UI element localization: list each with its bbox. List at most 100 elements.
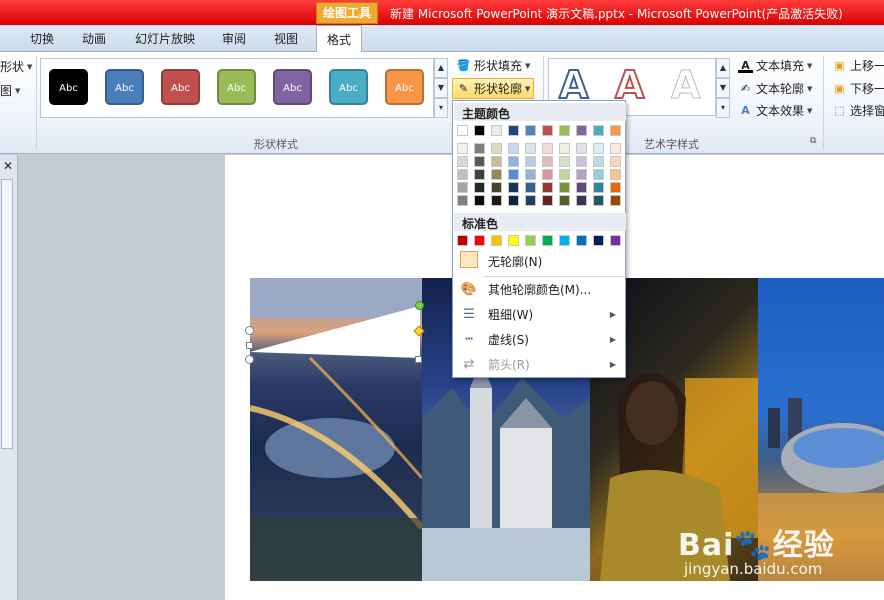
resize-handle[interactable]: [245, 355, 254, 364]
theme-shade-swatch[interactable]: [525, 156, 536, 167]
standard-color-swatch[interactable]: [542, 235, 553, 246]
theme-color-swatch[interactable]: [559, 125, 570, 136]
theme-shade-swatch[interactable]: [593, 156, 604, 167]
theme-shade-swatch[interactable]: [457, 143, 468, 154]
vertical-scrollbar[interactable]: [1, 179, 13, 449]
shape-style-green[interactable]: Abc: [217, 69, 256, 105]
theme-shade-swatch[interactable]: [610, 182, 621, 193]
selected-triangle-shape[interactable]: [246, 300, 426, 364]
shape-style-purple[interactable]: Abc: [273, 69, 312, 105]
bring-forward-button[interactable]: ▣ 上移一: [832, 57, 884, 74]
theme-shade-swatch[interactable]: [508, 195, 519, 206]
theme-shade-swatch[interactable]: [491, 169, 502, 180]
standard-color-swatch[interactable]: [474, 235, 485, 246]
more-outline-colors-item[interactable]: 🎨 其他轮廓颜色(M)...: [454, 277, 626, 302]
tab-format[interactable]: 格式: [316, 25, 363, 53]
theme-shade-swatch[interactable]: [491, 143, 502, 154]
theme-shade-swatch[interactable]: [576, 156, 587, 167]
theme-color-swatch[interactable]: [610, 125, 621, 136]
tab-animations[interactable]: 动画: [82, 30, 106, 47]
theme-shade-swatch[interactable]: [525, 143, 536, 154]
shape-style-aqua[interactable]: Abc: [329, 69, 368, 105]
resize-handle[interactable]: [246, 342, 253, 349]
tab-view[interactable]: 视图: [274, 30, 298, 47]
theme-shade-swatch[interactable]: [559, 156, 570, 167]
theme-shade-swatch[interactable]: [457, 156, 468, 167]
theme-shade-swatch[interactable]: [559, 169, 570, 180]
wordart-style-light[interactable]: A: [670, 63, 700, 108]
theme-shade-swatch[interactable]: [542, 182, 553, 193]
theme-shade-swatch[interactable]: [457, 195, 468, 206]
text-fill-button[interactable]: A 文本填充 ▼: [738, 57, 812, 74]
theme-shade-swatch[interactable]: [559, 195, 570, 206]
theme-shade-swatch[interactable]: [576, 195, 587, 206]
theme-shade-swatch[interactable]: [474, 182, 485, 193]
weight-item[interactable]: ☰ 粗细(W) ▶: [454, 302, 626, 327]
standard-color-swatch[interactable]: [508, 235, 519, 246]
theme-shade-swatch[interactable]: [491, 195, 502, 206]
standard-color-swatch[interactable]: [525, 235, 536, 246]
dialog-launcher-icon[interactable]: ⧉: [810, 136, 816, 146]
shape-style-red[interactable]: Abc: [161, 69, 200, 105]
shape-outline-button[interactable]: ✎ 形状轮廓 ▼: [452, 78, 535, 99]
theme-shade-swatch[interactable]: [576, 143, 587, 154]
standard-color-swatch[interactable]: [576, 235, 587, 246]
theme-color-swatch[interactable]: [508, 125, 519, 136]
theme-shade-swatch[interactable]: [525, 169, 536, 180]
theme-shade-swatch[interactable]: [491, 182, 502, 193]
theme-shade-swatch[interactable]: [593, 195, 604, 206]
text-effects-button[interactable]: A 文本效果 ▼: [738, 102, 812, 119]
theme-shade-swatch[interactable]: [593, 143, 604, 154]
theme-color-swatch[interactable]: [474, 125, 485, 136]
resize-handle[interactable]: [245, 326, 254, 335]
theme-shade-swatch[interactable]: [525, 195, 536, 206]
theme-shade-swatch[interactable]: [559, 182, 570, 193]
theme-shade-swatch[interactable]: [593, 169, 604, 180]
theme-shade-swatch[interactable]: [610, 195, 621, 206]
shape-style-blue[interactable]: Abc: [105, 69, 144, 105]
standard-color-swatch[interactable]: [559, 235, 570, 246]
tab-slideshow[interactable]: 幻灯片放映: [135, 30, 195, 47]
wordart-scroll-down-button[interactable]: ▼: [716, 78, 730, 98]
resize-handle[interactable]: [415, 356, 422, 363]
shape-style-orange[interactable]: Abc: [385, 69, 424, 105]
gallery-scroll-up-button[interactable]: ▲: [434, 58, 448, 78]
theme-shade-swatch[interactable]: [474, 195, 485, 206]
theme-shade-swatch[interactable]: [491, 156, 502, 167]
theme-shade-swatch[interactable]: [508, 156, 519, 167]
theme-shade-swatch[interactable]: [610, 156, 621, 167]
theme-color-swatch[interactable]: [457, 125, 468, 136]
tab-review[interactable]: 审阅: [222, 30, 246, 47]
text-outline-button[interactable]: ✍ 文本轮廓 ▼: [738, 80, 813, 97]
theme-shade-swatch[interactable]: [542, 156, 553, 167]
no-outline-item[interactable]: 无轮廓(N): [454, 249, 626, 274]
standard-color-swatch[interactable]: [491, 235, 502, 246]
selection-pane-button[interactable]: ⬚ 选择窗: [832, 102, 884, 119]
shape-style-black[interactable]: Abc: [49, 69, 88, 105]
wordart-scroll-up-button[interactable]: ▲: [716, 58, 730, 78]
gallery-more-button[interactable]: ▾: [434, 98, 448, 118]
theme-color-swatch[interactable]: [542, 125, 553, 136]
shape-fill-button[interactable]: 🪣 形状填充 ▼: [456, 57, 531, 74]
standard-color-swatch[interactable]: [593, 235, 604, 246]
theme-shade-swatch[interactable]: [593, 182, 604, 193]
insert-shape-cut[interactable]: 形状 ▼: [0, 58, 32, 75]
theme-shade-swatch[interactable]: [474, 156, 485, 167]
theme-shade-swatch[interactable]: [508, 143, 519, 154]
theme-shade-swatch[interactable]: [474, 169, 485, 180]
drawing-tools-context-tab[interactable]: 绘图工具: [316, 2, 378, 24]
theme-shade-swatch[interactable]: [610, 169, 621, 180]
theme-color-swatch[interactable]: [525, 125, 536, 136]
theme-shade-swatch[interactable]: [508, 169, 519, 180]
theme-shade-swatch[interactable]: [508, 182, 519, 193]
theme-color-swatch[interactable]: [593, 125, 604, 136]
tab-transitions[interactable]: 切换: [30, 30, 54, 47]
wordart-more-button[interactable]: ▾: [716, 98, 730, 118]
standard-color-swatch[interactable]: [457, 235, 468, 246]
standard-color-swatch[interactable]: [610, 235, 621, 246]
theme-shade-swatch[interactable]: [576, 169, 587, 180]
theme-shade-swatch[interactable]: [474, 143, 485, 154]
theme-shade-swatch[interactable]: [542, 143, 553, 154]
edit-shape-cut[interactable]: 图 ▼: [0, 82, 20, 99]
send-backward-button[interactable]: ▣ 下移一: [832, 80, 884, 97]
